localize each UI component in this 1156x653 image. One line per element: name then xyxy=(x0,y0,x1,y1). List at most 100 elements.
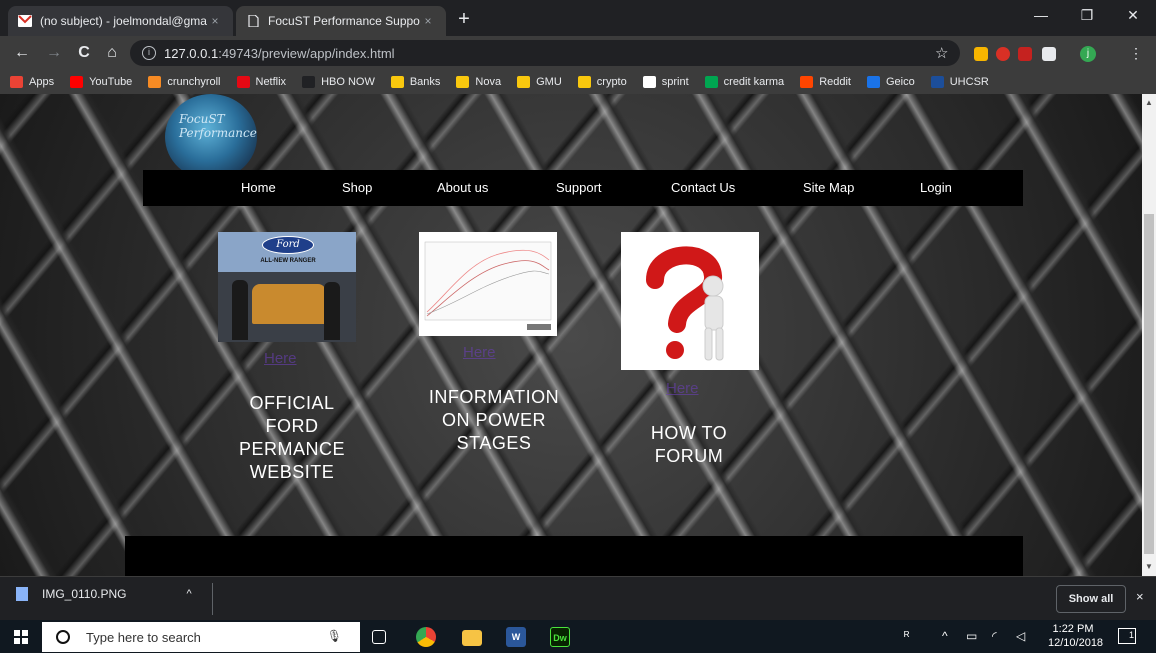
scroll-down-icon[interactable]: ▼ xyxy=(1145,562,1153,571)
bookmark-item[interactable]: Apps xyxy=(10,76,54,88)
dyno-chart-photo[interactable] xyxy=(419,232,557,336)
bookmark-item[interactable]: UHCSR xyxy=(930,76,989,88)
nav-sitemap[interactable]: Site Map xyxy=(803,180,854,195)
nav-shop[interactable]: Shop xyxy=(342,180,372,195)
bookmark-star-icon[interactable]: ☆ xyxy=(935,44,948,62)
card-text-line: FORD xyxy=(265,416,319,436)
bookmark-label: Geico xyxy=(885,76,915,88)
notification-icon[interactable]: 1 xyxy=(1118,628,1136,644)
bookmark-item[interactable]: Reddit xyxy=(800,76,851,88)
close-shelf-icon[interactable]: × xyxy=(1136,589,1144,604)
site-logo[interactable]: FocuST Performance xyxy=(165,94,257,180)
card-text-line: STAGES xyxy=(456,433,532,453)
tab-focust[interactable]: FocuST Performance Support × xyxy=(236,6,446,36)
extension-icon[interactable] xyxy=(974,47,988,61)
card-link-forum[interactable]: Here xyxy=(666,380,699,397)
scrollbar-thumb[interactable] xyxy=(1144,214,1154,554)
bookmark-item[interactable]: Nova xyxy=(456,76,501,88)
bookmark-item[interactable]: Geico xyxy=(866,76,915,88)
clock-date: 12/10/2018 xyxy=(1048,637,1104,649)
bookmark-item[interactable]: HBO NOW xyxy=(302,76,375,88)
card-text-line: INFORMATION xyxy=(428,387,560,407)
bookmark-icon xyxy=(456,76,470,88)
card-text-line: FORUM xyxy=(654,446,724,466)
bookmark-label: crypto xyxy=(596,76,627,88)
pocket-extension-icon[interactable] xyxy=(1042,47,1056,61)
card-text-line: ON POWER xyxy=(441,410,546,430)
new-tab-button[interactable]: + xyxy=(452,8,476,32)
extension-icon[interactable] xyxy=(996,47,1010,61)
volume-icon[interactable]: ◁ xyxy=(1016,629,1025,643)
card-text-line: OFFICIAL xyxy=(249,393,335,413)
close-window-button[interactable]: ✕ xyxy=(1110,0,1156,30)
word-icon[interactable]: W xyxy=(506,627,526,647)
url-host: 127.0.0.1 xyxy=(164,45,219,61)
info-icon[interactable]: i xyxy=(142,46,156,60)
card-link-power-stages[interactable]: Here xyxy=(463,344,496,361)
bookmark-label: Reddit xyxy=(819,76,851,88)
bookmark-item[interactable]: crunchyroll xyxy=(148,76,221,88)
bookmark-item[interactable]: YouTube xyxy=(70,76,132,88)
battery-icon[interactable]: ▭ xyxy=(966,629,977,643)
bookmark-item[interactable]: Netflix xyxy=(236,76,287,88)
address-bar[interactable]: i 127.0.0.1:49743/preview/app/index.html xyxy=(130,40,960,66)
card-link-ford[interactable]: Here xyxy=(264,350,297,367)
bookmark-icon xyxy=(517,76,531,88)
back-button[interactable]: ← xyxy=(12,42,32,64)
nav-contact[interactable]: Contact Us xyxy=(671,180,735,195)
bookmark-item[interactable]: Banks xyxy=(390,76,440,88)
task-view-icon[interactable] xyxy=(372,630,386,644)
bookmark-item[interactable]: sprint xyxy=(642,76,689,88)
ford-ranger-photo[interactable]: Ford ALL-NEW RANGER xyxy=(218,232,356,342)
chevron-up-icon[interactable]: ^ xyxy=(942,629,948,643)
close-tab-icon[interactable]: × xyxy=(420,14,436,28)
ranger-caption: ALL-NEW RANGER xyxy=(260,258,316,264)
tab-gmail[interactable]: (no subject) - joelmondal@gmail × xyxy=(8,6,233,36)
browser-toolbar: ← → C ⌂ i 127.0.0.1:49743/preview/app/in… xyxy=(0,36,1156,70)
minimize-button[interactable]: — xyxy=(1018,0,1064,30)
people-icon[interactable]: ᴿ xyxy=(904,629,909,643)
card-text-power-stages: INFORMATION ON POWER STAGES xyxy=(414,386,574,455)
wifi-icon[interactable]: ◜ xyxy=(992,629,997,643)
show-all-button[interactable]: Show all xyxy=(1056,585,1126,613)
page-scrollbar[interactable]: ▲ ▼ xyxy=(1142,94,1156,576)
chrome-icon[interactable] xyxy=(416,627,436,647)
taskbar-search[interactable]: Type here to search 🎙 xyxy=(42,622,360,652)
nav-support[interactable]: Support xyxy=(556,180,602,195)
page-icon xyxy=(248,15,259,27)
nav-login[interactable]: Login xyxy=(920,180,952,195)
bookmark-label: Netflix xyxy=(255,76,287,88)
bookmark-label: Apps xyxy=(29,76,55,88)
bookmark-icon xyxy=(577,76,591,88)
bookmark-icon xyxy=(236,76,250,88)
system-clock[interactable]: 1:22 PM 12/10/2018 xyxy=(1048,622,1104,650)
scroll-up-icon[interactable]: ▲ xyxy=(1145,98,1153,107)
bookmark-item[interactable]: GMU xyxy=(517,76,562,88)
windows-start-icon[interactable] xyxy=(14,630,28,644)
clock-time: 1:22 PM xyxy=(1052,623,1094,635)
dyno-chart-graphic xyxy=(424,241,552,330)
restore-button[interactable]: ❐ xyxy=(1064,0,1110,30)
question-mark-figure[interactable] xyxy=(621,232,759,370)
bookmark-item[interactable]: crypto xyxy=(577,76,627,88)
cortana-icon xyxy=(56,630,70,644)
profile-avatar[interactable]: j xyxy=(1080,46,1096,62)
url-path: :49743/preview/app/index.html xyxy=(218,45,395,61)
file-explorer-icon[interactable] xyxy=(462,630,482,646)
card-text-forum: HOW TO FORUM xyxy=(624,422,754,468)
forward-button[interactable]: → xyxy=(44,42,64,64)
nav-about[interactable]: About us xyxy=(437,180,488,195)
reload-button[interactable]: C xyxy=(74,42,94,64)
microphone-icon[interactable]: 🎙 xyxy=(327,629,342,643)
chevron-up-icon[interactable]: ^ xyxy=(186,588,191,600)
menu-icon[interactable]: ⋮ xyxy=(1126,42,1146,64)
close-tab-icon[interactable]: × xyxy=(207,14,223,28)
bookmark-icon xyxy=(148,76,162,88)
dreamweaver-icon[interactable]: Dw xyxy=(550,627,570,647)
home-button[interactable]: ⌂ xyxy=(102,42,122,64)
nav-home[interactable]: Home xyxy=(241,180,276,195)
download-item[interactable]: IMG_0110.PNG ^ xyxy=(16,587,192,601)
bookmark-label: sprint xyxy=(661,76,689,88)
bookmark-item[interactable]: credit karma xyxy=(704,76,784,88)
pdf-extension-icon[interactable] xyxy=(1018,47,1032,61)
